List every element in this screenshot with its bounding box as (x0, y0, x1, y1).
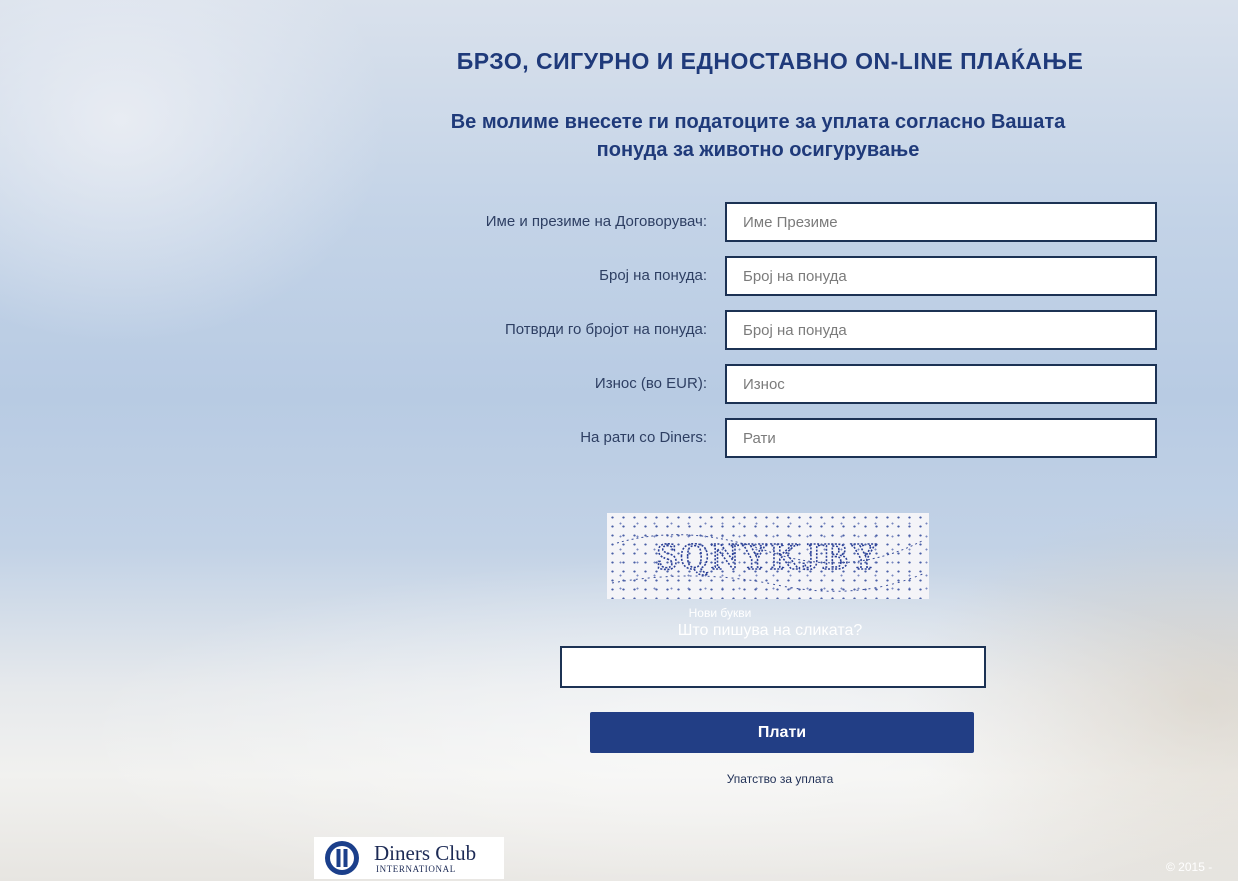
copyright: © 2015 - (1166, 860, 1213, 874)
page-title: БРЗО, СИГУРНО И ЕДНОСТАВНО ON-LINE ПЛАЌА… (456, 48, 1084, 74)
captcha-noise: SQNYKJBY (611, 534, 926, 592)
captcha-text: SQNYKJBY (657, 536, 880, 578)
new-letters-link[interactable]: Нови букви (600, 606, 840, 620)
installments-label: На рати со Diners: (580, 429, 707, 446)
diners-club-logo-icon (325, 841, 359, 875)
offer-number-input[interactable] (725, 256, 1157, 296)
payment-instructions-link[interactable]: Упатство за уплата (640, 772, 920, 786)
captcha-question: Што пишува на сликата? (677, 622, 863, 639)
name-label: Име и презиме на Договорувач: (485, 213, 707, 230)
page-subtitle: Ве молиме внесете ги податоците за уплат… (318, 108, 1198, 164)
installments-input[interactable] (725, 418, 1157, 458)
subtitle-line: понуда за животно осигурување (596, 139, 920, 161)
pay-button[interactable]: Плати (590, 712, 974, 753)
diners-club-logo: Diners Club INTERNATIONAL (314, 837, 504, 879)
subtitle-line: Ве молиме внесете ги податоците за уплат… (450, 111, 1066, 133)
amount-input[interactable] (725, 364, 1157, 404)
confirm-offer-input[interactable] (725, 310, 1157, 350)
captcha-image: SQNYKJBY (607, 513, 929, 599)
logo-sub-text: INTERNATIONAL (376, 864, 456, 874)
offer-number-label: Број на понуда: (599, 267, 707, 284)
captcha-input[interactable] (560, 646, 986, 688)
name-input[interactable] (725, 202, 1157, 242)
logo-brand-text: Diners Club (374, 841, 477, 865)
confirm-offer-label: Потврди го бројот на понуда: (504, 321, 707, 338)
amount-label: Износ (во EUR): (594, 375, 707, 392)
